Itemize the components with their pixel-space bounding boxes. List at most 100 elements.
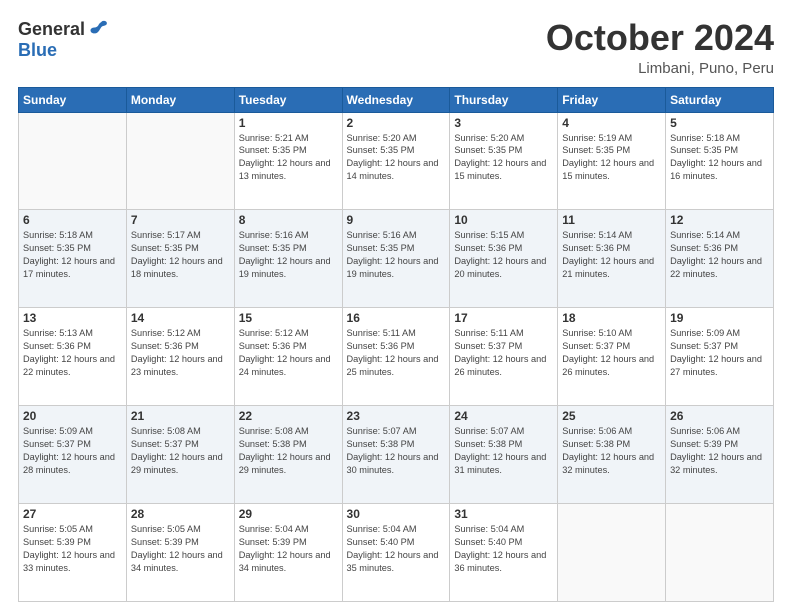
day-info: Sunrise: 5:09 AM Sunset: 5:37 PM Dayligh…	[670, 327, 769, 379]
calendar-week-row: 6 Sunrise: 5:18 AM Sunset: 5:35 PM Daylig…	[19, 210, 774, 308]
day-info: Sunrise: 5:04 AM Sunset: 5:40 PM Dayligh…	[454, 523, 553, 575]
day-info: Sunrise: 5:07 AM Sunset: 5:38 PM Dayligh…	[347, 425, 446, 477]
day-info: Sunrise: 5:12 AM Sunset: 5:36 PM Dayligh…	[131, 327, 230, 379]
day-number: 10	[454, 213, 553, 227]
weekday-header-thursday: Thursday	[450, 87, 558, 112]
calendar-day-cell: 31 Sunrise: 5:04 AM Sunset: 5:40 PM Dayli…	[450, 504, 558, 602]
calendar-day-cell: 20Sunrise: 5:09 AM Sunset: 5:37 PM Dayli…	[19, 406, 127, 504]
page: General Blue October 2024 Limbani, Puno,…	[0, 0, 792, 612]
calendar-day-cell: 15 Sunrise: 5:12 AM Sunset: 5:36 PM Dayli…	[234, 308, 342, 406]
day-number: 9	[347, 213, 446, 227]
day-info: Sunrise: 5:18 AM Sunset: 5:35 PM Dayligh…	[23, 229, 122, 281]
calendar-day-cell: 2Sunrise: 5:20 AM Sunset: 5:35 PM Daylig…	[342, 112, 450, 210]
calendar-day-cell: 22Sunrise: 5:08 AM Sunset: 5:38 PM Dayli…	[234, 406, 342, 504]
calendar-day-cell: 26 Sunrise: 5:06 AM Sunset: 5:39 PM Dayli…	[666, 406, 774, 504]
weekday-header-wednesday: Wednesday	[342, 87, 450, 112]
day-info: Sunrise: 5:21 AM Sunset: 5:35 PM Dayligh…	[239, 132, 338, 184]
day-number: 26	[670, 409, 769, 423]
location: Limbani, Puno, Peru	[546, 60, 774, 77]
title-area: October 2024 Limbani, Puno, Peru	[546, 18, 774, 77]
calendar-week-row: 27 Sunrise: 5:05 AM Sunset: 5:39 PM Dayli…	[19, 504, 774, 602]
calendar-day-cell: 17Sunrise: 5:11 AM Sunset: 5:37 PM Dayli…	[450, 308, 558, 406]
calendar-day-cell: 4Sunrise: 5:19 AM Sunset: 5:35 PM Daylig…	[558, 112, 666, 210]
calendar-day-cell: 6 Sunrise: 5:18 AM Sunset: 5:35 PM Daylig…	[19, 210, 127, 308]
calendar-week-row: 13 Sunrise: 5:13 AM Sunset: 5:36 PM Dayli…	[19, 308, 774, 406]
day-number: 16	[347, 311, 446, 325]
logo-blue: Blue	[18, 40, 57, 61]
header: General Blue October 2024 Limbani, Puno,…	[18, 18, 774, 77]
calendar-week-row: 20Sunrise: 5:09 AM Sunset: 5:37 PM Dayli…	[19, 406, 774, 504]
logo: General Blue	[18, 18, 109, 61]
day-info: Sunrise: 5:13 AM Sunset: 5:36 PM Dayligh…	[23, 327, 122, 379]
weekday-header-saturday: Saturday	[666, 87, 774, 112]
calendar-day-cell	[558, 504, 666, 602]
day-number: 11	[562, 213, 661, 227]
calendar-day-cell	[666, 504, 774, 602]
logo-bird-icon	[87, 18, 109, 40]
day-number: 12	[670, 213, 769, 227]
day-info: Sunrise: 5:04 AM Sunset: 5:40 PM Dayligh…	[347, 523, 446, 575]
day-info: Sunrise: 5:05 AM Sunset: 5:39 PM Dayligh…	[23, 523, 122, 575]
calendar-table: SundayMondayTuesdayWednesdayThursdayFrid…	[18, 87, 774, 602]
calendar-day-cell: 16 Sunrise: 5:11 AM Sunset: 5:36 PM Dayli…	[342, 308, 450, 406]
calendar-day-cell: 8Sunrise: 5:16 AM Sunset: 5:35 PM Daylig…	[234, 210, 342, 308]
weekday-header-tuesday: Tuesday	[234, 87, 342, 112]
day-info: Sunrise: 5:11 AM Sunset: 5:36 PM Dayligh…	[347, 327, 446, 379]
day-number: 23	[347, 409, 446, 423]
day-number: 27	[23, 507, 122, 521]
calendar-day-cell: 13 Sunrise: 5:13 AM Sunset: 5:36 PM Dayli…	[19, 308, 127, 406]
weekday-header-monday: Monday	[126, 87, 234, 112]
day-info: Sunrise: 5:19 AM Sunset: 5:35 PM Dayligh…	[562, 132, 661, 184]
day-info: Sunrise: 5:20 AM Sunset: 5:35 PM Dayligh…	[347, 132, 446, 184]
calendar-day-cell: 29 Sunrise: 5:04 AM Sunset: 5:39 PM Dayli…	[234, 504, 342, 602]
day-info: Sunrise: 5:04 AM Sunset: 5:39 PM Dayligh…	[239, 523, 338, 575]
day-info: Sunrise: 5:06 AM Sunset: 5:39 PM Dayligh…	[670, 425, 769, 477]
calendar-week-row: 1Sunrise: 5:21 AM Sunset: 5:35 PM Daylig…	[19, 112, 774, 210]
calendar-day-cell: 24Sunrise: 5:07 AM Sunset: 5:38 PM Dayli…	[450, 406, 558, 504]
calendar-day-cell: 23 Sunrise: 5:07 AM Sunset: 5:38 PM Dayli…	[342, 406, 450, 504]
day-number: 20	[23, 409, 122, 423]
day-number: 18	[562, 311, 661, 325]
calendar-day-cell: 18 Sunrise: 5:10 AM Sunset: 5:37 PM Dayli…	[558, 308, 666, 406]
day-number: 13	[23, 311, 122, 325]
day-number: 31	[454, 507, 553, 521]
day-number: 21	[131, 409, 230, 423]
calendar-day-cell: 19Sunrise: 5:09 AM Sunset: 5:37 PM Dayli…	[666, 308, 774, 406]
calendar-day-cell	[126, 112, 234, 210]
day-number: 30	[347, 507, 446, 521]
day-number: 29	[239, 507, 338, 521]
day-info: Sunrise: 5:10 AM Sunset: 5:37 PM Dayligh…	[562, 327, 661, 379]
calendar-day-cell: 1Sunrise: 5:21 AM Sunset: 5:35 PM Daylig…	[234, 112, 342, 210]
calendar-day-cell: 12 Sunrise: 5:14 AM Sunset: 5:36 PM Dayli…	[666, 210, 774, 308]
calendar-header-row: SundayMondayTuesdayWednesdayThursdayFrid…	[19, 87, 774, 112]
calendar-day-cell: 14 Sunrise: 5:12 AM Sunset: 5:36 PM Dayli…	[126, 308, 234, 406]
day-number: 3	[454, 116, 553, 130]
calendar-day-cell: 9 Sunrise: 5:16 AM Sunset: 5:35 PM Daylig…	[342, 210, 450, 308]
day-number: 5	[670, 116, 769, 130]
day-number: 25	[562, 409, 661, 423]
calendar-day-cell: 25Sunrise: 5:06 AM Sunset: 5:38 PM Dayli…	[558, 406, 666, 504]
day-number: 15	[239, 311, 338, 325]
calendar-day-cell: 7Sunrise: 5:17 AM Sunset: 5:35 PM Daylig…	[126, 210, 234, 308]
day-info: Sunrise: 5:20 AM Sunset: 5:35 PM Dayligh…	[454, 132, 553, 184]
calendar-day-cell: 3 Sunrise: 5:20 AM Sunset: 5:35 PM Daylig…	[450, 112, 558, 210]
calendar-day-cell: 5Sunrise: 5:18 AM Sunset: 5:35 PM Daylig…	[666, 112, 774, 210]
day-info: Sunrise: 5:16 AM Sunset: 5:35 PM Dayligh…	[347, 229, 446, 281]
day-info: Sunrise: 5:14 AM Sunset: 5:36 PM Dayligh…	[562, 229, 661, 281]
calendar-day-cell: 27 Sunrise: 5:05 AM Sunset: 5:39 PM Dayli…	[19, 504, 127, 602]
day-number: 24	[454, 409, 553, 423]
day-info: Sunrise: 5:12 AM Sunset: 5:36 PM Dayligh…	[239, 327, 338, 379]
day-number: 14	[131, 311, 230, 325]
day-number: 6	[23, 213, 122, 227]
day-info: Sunrise: 5:11 AM Sunset: 5:37 PM Dayligh…	[454, 327, 553, 379]
day-info: Sunrise: 5:15 AM Sunset: 5:36 PM Dayligh…	[454, 229, 553, 281]
day-info: Sunrise: 5:14 AM Sunset: 5:36 PM Dayligh…	[670, 229, 769, 281]
calendar-day-cell	[19, 112, 127, 210]
logo-text: General	[18, 18, 109, 40]
calendar-day-cell: 30 Sunrise: 5:04 AM Sunset: 5:40 PM Dayli…	[342, 504, 450, 602]
calendar-day-cell: 28Sunrise: 5:05 AM Sunset: 5:39 PM Dayli…	[126, 504, 234, 602]
calendar-day-cell: 21Sunrise: 5:08 AM Sunset: 5:37 PM Dayli…	[126, 406, 234, 504]
day-number: 22	[239, 409, 338, 423]
logo-general: General	[18, 19, 85, 40]
calendar-day-cell: 10 Sunrise: 5:15 AM Sunset: 5:36 PM Dayli…	[450, 210, 558, 308]
